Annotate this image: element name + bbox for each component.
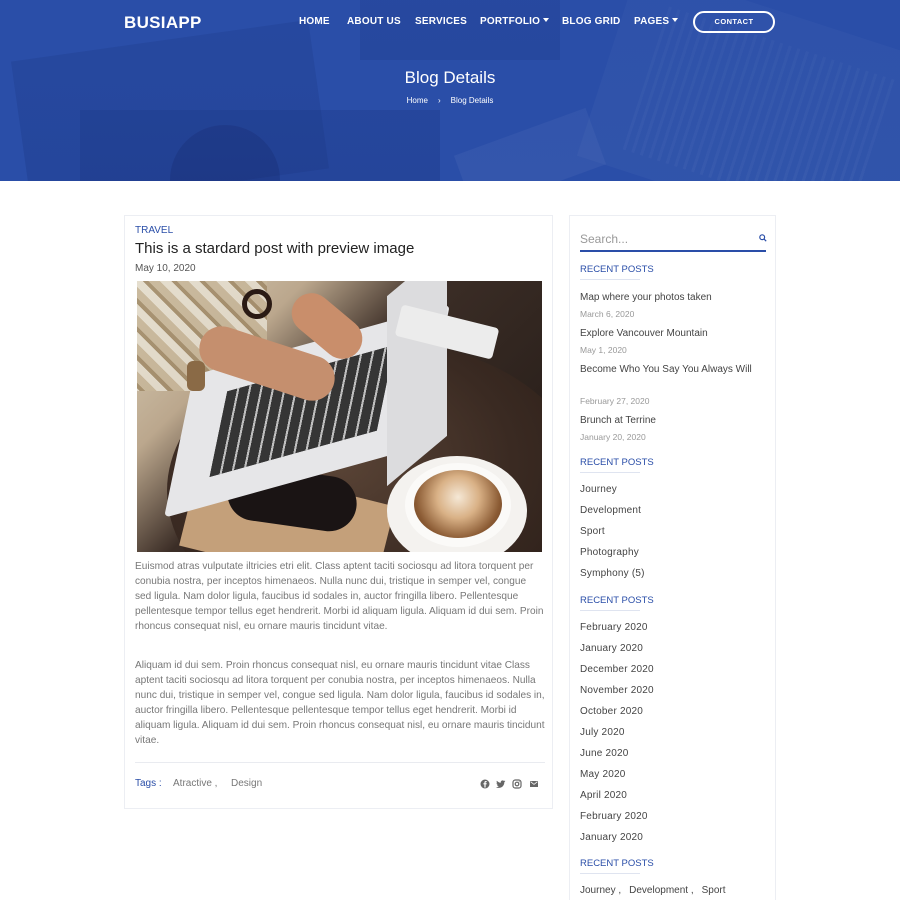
widget-title-tags: RECENT POSTS <box>580 858 654 874</box>
recent-post-link[interactable]: Brunch at Terrine <box>580 413 765 428</box>
archive-link[interactable]: January 2020 <box>580 832 643 843</box>
twitter-icon[interactable] <box>496 779 506 789</box>
nav-item-portfolio[interactable]: PORTFOLIO <box>480 16 550 27</box>
page-title: Blog Details <box>404 68 496 87</box>
nav-item-blog-grid[interactable]: BLOG GRID <box>562 16 620 27</box>
image-coffee <box>414 470 502 538</box>
recent-post-date: March 6, 2020 <box>580 309 635 319</box>
tag-cloud: Journey , Development , Sport <box>580 885 726 896</box>
post-paragraph: Aliquam id dui sem. Proin rhoncus conseq… <box>135 660 545 746</box>
archive-link[interactable]: May 2020 <box>580 769 626 780</box>
facebook-icon[interactable] <box>480 779 490 789</box>
breadcrumb-home-link[interactable]: Home <box>407 96 428 105</box>
post-featured-image <box>137 281 542 552</box>
search-input[interactable] <box>580 228 766 252</box>
page-hero: BUSIAPP HOME ABOUT US SERVICES PORTFOLIO… <box>0 0 900 181</box>
nav-item-label: BLOG GRID <box>562 16 621 27</box>
nav-item-label: PAGES <box>634 16 670 27</box>
post-paragraph: Euismod atras vulputate iltricies etri e… <box>135 561 544 632</box>
tag-separator: , <box>688 885 694 896</box>
archive-link[interactable]: February 2020 <box>580 622 648 633</box>
blog-post-card: TRAVEL This is a stardard post with prev… <box>124 215 553 809</box>
tag-link[interactable]: Sport <box>702 885 726 896</box>
archive-link[interactable]: December 2020 <box>580 664 654 675</box>
tag-link[interactable]: Atractive , <box>173 778 217 789</box>
archive-link[interactable]: January 2020 <box>580 643 643 654</box>
tag-link[interactable]: Design <box>231 778 262 789</box>
image-watch <box>187 361 205 391</box>
archive-link[interactable]: February 2020 <box>580 811 648 822</box>
email-icon[interactable] <box>529 779 539 789</box>
archive-link[interactable]: July 2020 <box>580 727 625 738</box>
nav-item-about-us[interactable]: ABOUT US <box>347 16 401 27</box>
category-link[interactable]: Development <box>580 505 641 516</box>
nav-item-home[interactable]: HOME <box>299 16 330 27</box>
widget-title-categories: RECENT POSTS <box>580 457 654 473</box>
archive-link[interactable]: June 2020 <box>580 748 629 759</box>
breadcrumb: Home › Blog Details <box>0 96 900 105</box>
nav-item-label: ABOUT US <box>347 16 401 27</box>
contact-button[interactable]: CONTACT <box>693 11 775 33</box>
archive-link[interactable]: November 2020 <box>580 685 654 696</box>
top-navbar: BUSIAPP HOME ABOUT US SERVICES PORTFOLIO… <box>0 0 900 44</box>
post-date: May 10, 2020 <box>135 263 196 274</box>
breadcrumb-separator-icon: › <box>437 96 441 105</box>
widget-title-archives: RECENT POSTS <box>580 595 654 611</box>
image-bracelet <box>242 289 272 319</box>
post-category-link[interactable]: TRAVEL <box>135 225 173 236</box>
breadcrumb-current: Blog Details <box>450 96 494 105</box>
divider <box>135 762 545 763</box>
nav-item-label: HOME <box>299 16 330 27</box>
widget-title-recent-posts: RECENT POSTS <box>580 264 654 280</box>
category-link[interactable]: Journey <box>580 484 617 495</box>
tag-separator: , <box>615 885 622 896</box>
tag-link[interactable]: Development <box>629 885 688 896</box>
archive-link[interactable]: October 2020 <box>580 706 643 717</box>
nav-item-label: PORTFOLIO <box>480 16 541 27</box>
recent-post-link[interactable]: Map where your photos taken <box>580 290 765 305</box>
category-link[interactable]: Sport <box>580 526 605 537</box>
recent-post-date: May 1, 2020 <box>580 345 627 355</box>
tag-link[interactable]: Journey <box>580 885 616 896</box>
blog-sidebar: RECENT POSTS Map where your photos taken… <box>569 215 776 900</box>
recent-post-link[interactable]: Become Who You Say You Always Will <box>580 362 765 377</box>
recent-post-date: January 20, 2020 <box>580 432 646 442</box>
tags-label: Tags : <box>135 778 162 789</box>
category-link[interactable]: Photography <box>580 547 639 558</box>
caret-down-icon <box>672 18 679 22</box>
nav-item-label: SERVICES <box>415 16 467 27</box>
post-title: This is a stardard post with preview ima… <box>135 240 415 257</box>
instagram-icon[interactable] <box>512 779 522 789</box>
recent-post-date: February 27, 2020 <box>580 396 650 406</box>
archive-link[interactable]: April 2020 <box>580 790 627 801</box>
search-icon[interactable] <box>759 234 767 242</box>
category-link[interactable]: Symphony (5) <box>580 568 645 579</box>
nav-item-services[interactable]: SERVICES <box>415 16 467 27</box>
recent-post-link[interactable]: Explore Vancouver Mountain <box>580 326 765 341</box>
caret-down-icon <box>543 18 550 22</box>
nav-item-pages[interactable]: PAGES <box>634 16 679 27</box>
